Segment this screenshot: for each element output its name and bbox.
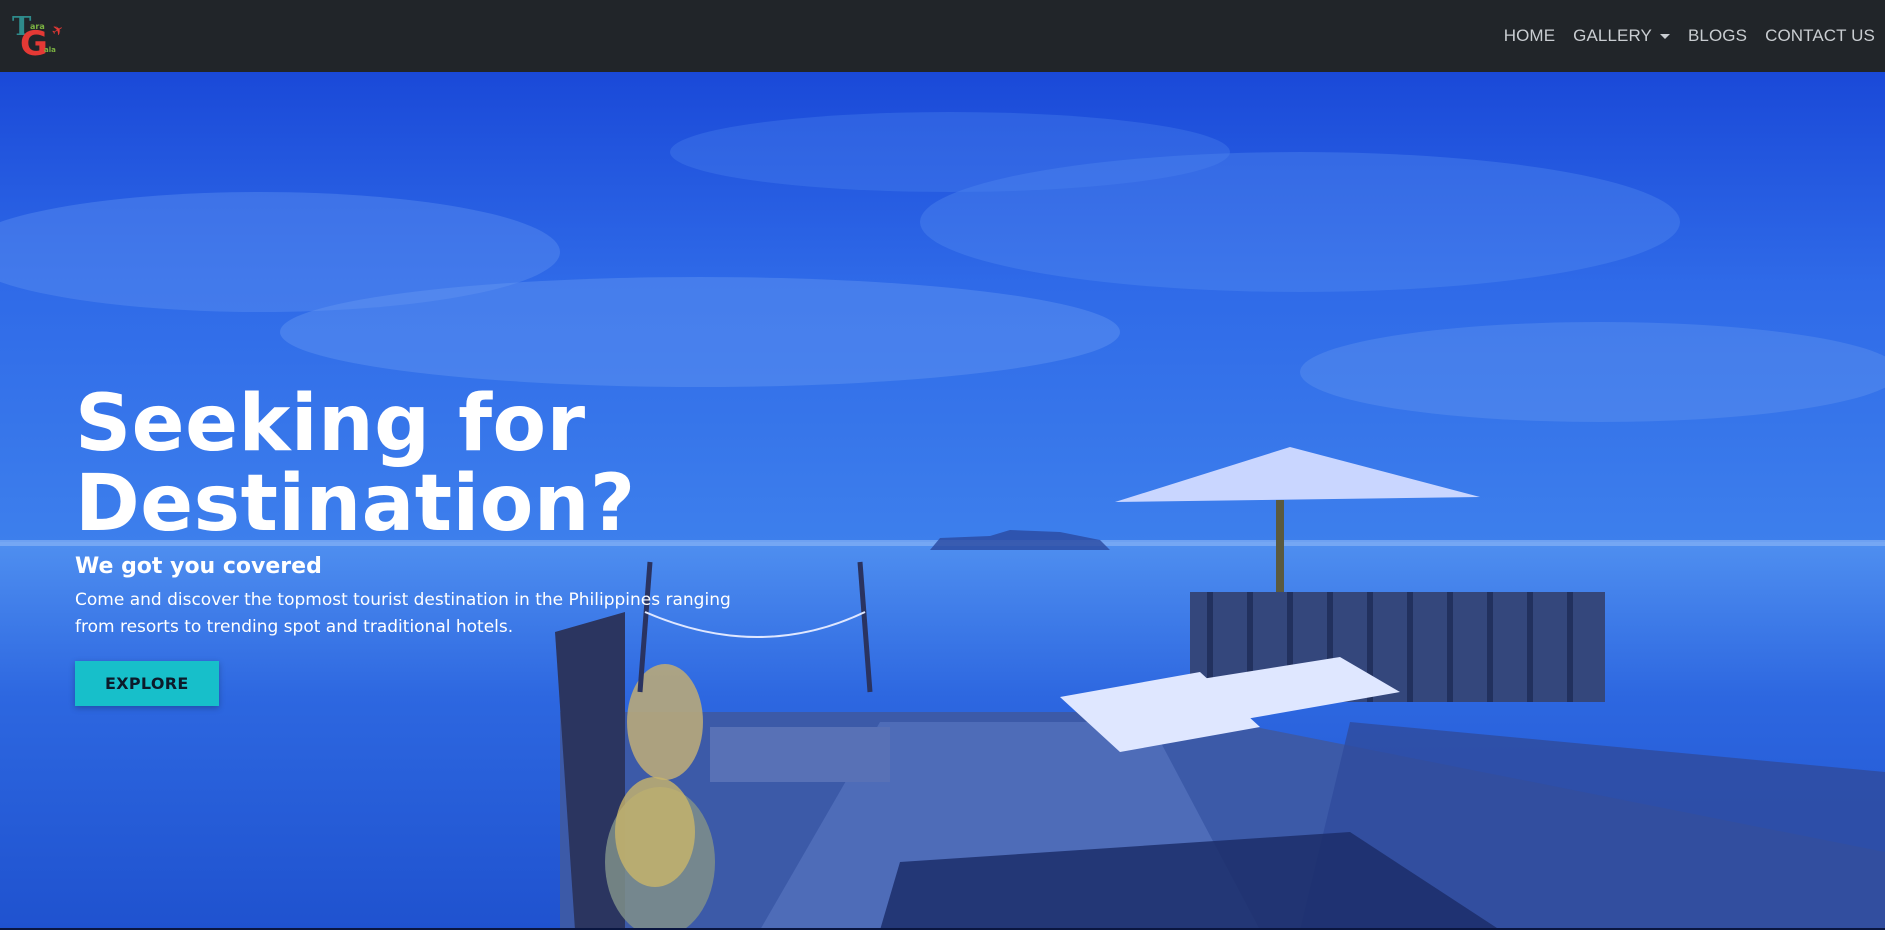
logo-small-text-2: ala (44, 46, 56, 54)
hero-description: Come and discover the topmost tourist de… (75, 590, 731, 637)
nav-gallery-dropdown[interactable]: GALLERY (1573, 26, 1670, 46)
nav-menu: HOME GALLERY BLOGS CONTACT US (1504, 26, 1875, 46)
nav-blogs-link[interactable]: BLOGS (1688, 26, 1747, 46)
navbar: T ara G ala ✈ HOME GALLERY BLOGS CONTACT… (0, 0, 1885, 72)
hero-title-line-1: Seeking for (75, 379, 586, 469)
explore-button[interactable]: EXPLORE (75, 661, 219, 706)
hero-title: Seeking for Destination? (75, 384, 795, 544)
nav-blogs-label: BLOGS (1687, 26, 1748, 45)
hero-subtitle: We got you covered (75, 554, 322, 579)
hero-title-line-2: Destination? (75, 459, 636, 549)
brand-logo[interactable]: T ara G ala ✈ (12, 10, 67, 64)
logo-letter-g: G (20, 24, 48, 64)
nav-gallery-label: GALLERY (1573, 26, 1652, 45)
plane-icon: ✈ (48, 20, 67, 40)
nav-contact-link[interactable]: CONTACT US (1765, 26, 1875, 46)
nav-contact-label: CONTACT US (1765, 26, 1875, 45)
chevron-down-icon (1659, 33, 1670, 39)
hero-banner: Seeking for Destination? We got you cove… (0, 72, 1885, 930)
nav-home-label: HOME (1503, 26, 1556, 45)
hero-content: Seeking for Destination? We got you cove… (75, 384, 795, 706)
nav-home-link[interactable]: HOME (1504, 26, 1555, 46)
